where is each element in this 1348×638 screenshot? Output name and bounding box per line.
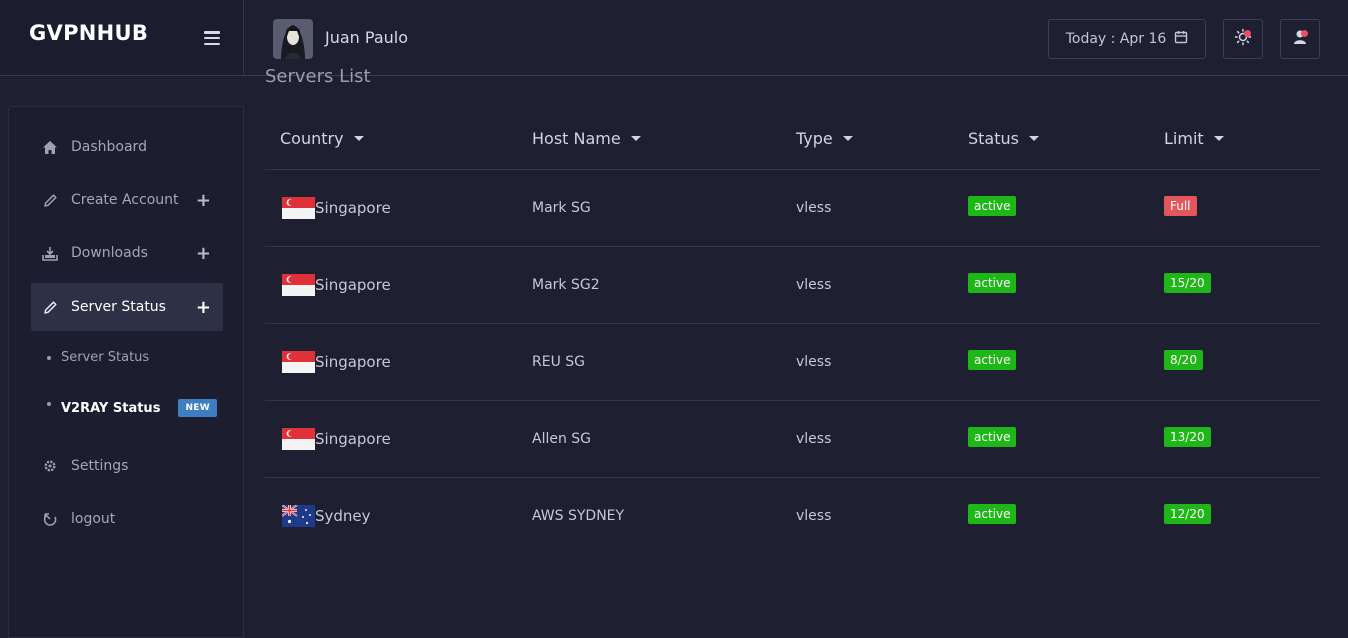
- sidebar-subitem-label: V2RAY Status: [61, 400, 161, 416]
- column-header-label: Country: [280, 129, 344, 148]
- host-name: AWS SYDNEY: [532, 508, 625, 524]
- status-badge: active: [968, 350, 1017, 370]
- table-row: Singapore Mark SG2 vless active 15/20: [265, 247, 1320, 324]
- singapore-flag-icon: [282, 197, 315, 219]
- column-header-host-name[interactable]: Host Name: [532, 129, 641, 148]
- table-row: Singapore Allen SG vless active 13/20: [265, 401, 1320, 478]
- download-icon: [41, 246, 59, 261]
- host-name: Mark SG2: [532, 277, 600, 293]
- table-row: Sydney AWS SYDNEY vless active 12/20: [265, 478, 1320, 555]
- sort-caret-icon: [842, 136, 853, 141]
- sidebar-item-label: Create Account: [71, 192, 179, 208]
- column-header-label: Host Name: [532, 129, 621, 148]
- sort-caret-icon: [1213, 136, 1224, 141]
- sidebar-item-logout[interactable]: logout: [31, 495, 223, 543]
- menu-toggle-icon[interactable]: [204, 31, 220, 45]
- date-label: Today : Apr 16: [1065, 31, 1167, 47]
- sidebar: Dashboard Create Account + Downloads + S…: [8, 106, 244, 638]
- notification-dot: [1301, 30, 1308, 37]
- expand-plus-icon[interactable]: +: [196, 243, 211, 264]
- notification-dot: [1244, 30, 1251, 37]
- sidebar-item-label: Downloads: [71, 245, 148, 261]
- new-badge: NEW: [178, 399, 217, 417]
- column-header-label: Limit: [1164, 129, 1204, 148]
- column-header-status[interactable]: Status: [968, 129, 1039, 148]
- status-badge: active: [968, 427, 1017, 447]
- column-header-limit[interactable]: Limit: [1164, 129, 1224, 148]
- expand-plus-icon[interactable]: +: [196, 190, 211, 211]
- country-name: Singapore: [315, 430, 391, 448]
- server-type: vless: [796, 431, 832, 447]
- country-name: Singapore: [315, 353, 391, 371]
- user-name[interactable]: Juan Paulo: [325, 28, 408, 47]
- server-type: vless: [796, 200, 832, 216]
- status-badge: active: [968, 196, 1017, 216]
- avatar[interactable]: [273, 19, 313, 59]
- country-name: Sydney: [315, 507, 371, 525]
- theme-toggle-button[interactable]: [1223, 19, 1263, 59]
- country-name: Singapore: [315, 276, 391, 294]
- top-bar: Juan Paulo Today : Apr 16: [244, 0, 1348, 76]
- limit-badge: Full: [1164, 196, 1197, 216]
- host-name: Allen SG: [532, 431, 592, 447]
- column-header-country[interactable]: Country: [280, 129, 364, 148]
- expand-plus-icon[interactable]: +: [196, 297, 211, 318]
- brand-logo[interactable]: GVPNHUB: [29, 21, 148, 45]
- calendar-icon: [1174, 30, 1188, 48]
- sidebar-item-dashboard[interactable]: Dashboard: [31, 123, 223, 171]
- sidebar-item-label: Settings: [71, 458, 129, 474]
- host-name: REU SG: [532, 354, 586, 370]
- country-name: Singapore: [315, 199, 391, 217]
- sidebar-item-server-status[interactable]: Server Status +: [31, 283, 223, 331]
- singapore-flag-icon: [282, 351, 315, 373]
- sidebar-item-label: Server Status: [71, 299, 166, 315]
- limit-badge: 12/20: [1164, 504, 1211, 524]
- sidebar-subitem-v2ray-status[interactable]: V2RAY Status NEW: [47, 399, 217, 417]
- sidebar-subitem-server-status[interactable]: Server Status: [47, 350, 149, 365]
- server-type: vless: [796, 354, 832, 370]
- sort-caret-icon: [1028, 136, 1039, 141]
- column-header-label: Status: [968, 129, 1019, 148]
- table-row: Singapore REU SG vless active 8/20: [265, 324, 1320, 401]
- servers-table: Country Host Name Type Status Limit Sing…: [265, 115, 1320, 555]
- gear-icon: [41, 459, 59, 473]
- logout-icon: [41, 512, 59, 527]
- bullet-icon: [47, 355, 51, 360]
- singapore-flag-icon: [282, 428, 315, 450]
- limit-badge: 8/20: [1164, 350, 1203, 370]
- column-header-type[interactable]: Type: [796, 129, 853, 148]
- page-title: Servers List: [265, 66, 371, 87]
- server-type: vless: [796, 277, 832, 293]
- host-name: Mark SG: [532, 200, 591, 216]
- status-badge: active: [968, 504, 1017, 524]
- pencil-icon: [41, 300, 59, 315]
- user-menu-button[interactable]: [1280, 19, 1320, 59]
- singapore-flag-icon: [282, 274, 315, 296]
- australia-flag-icon: [282, 505, 315, 527]
- bullet-icon: [47, 402, 51, 406]
- sidebar-subitem-label: Server Status: [61, 350, 150, 365]
- column-header-label: Type: [796, 129, 833, 148]
- table-header: Country Host Name Type Status Limit: [265, 115, 1320, 170]
- sidebar-item-downloads[interactable]: Downloads +: [31, 229, 223, 277]
- sidebar-item-label: Dashboard: [71, 139, 147, 155]
- limit-badge: 13/20: [1164, 427, 1211, 447]
- status-badge: active: [968, 273, 1017, 293]
- brand-panel: GVPNHUB: [0, 0, 244, 76]
- sidebar-item-label: logout: [71, 511, 116, 527]
- table-row: Singapore Mark SG vless active Full: [265, 170, 1320, 247]
- date-button[interactable]: Today : Apr 16: [1048, 19, 1206, 59]
- server-type: vless: [796, 508, 832, 524]
- sort-caret-icon: [353, 136, 364, 141]
- limit-badge: 15/20: [1164, 273, 1211, 293]
- app-root: GVPNHUB Juan Paulo Today : Apr 16 Dashbo…: [0, 0, 1348, 638]
- pencil-icon: [41, 193, 59, 208]
- sidebar-item-settings[interactable]: Settings: [31, 442, 223, 490]
- sort-caret-icon: [630, 136, 641, 141]
- home-icon: [41, 140, 59, 155]
- sidebar-item-create-account[interactable]: Create Account +: [31, 176, 223, 224]
